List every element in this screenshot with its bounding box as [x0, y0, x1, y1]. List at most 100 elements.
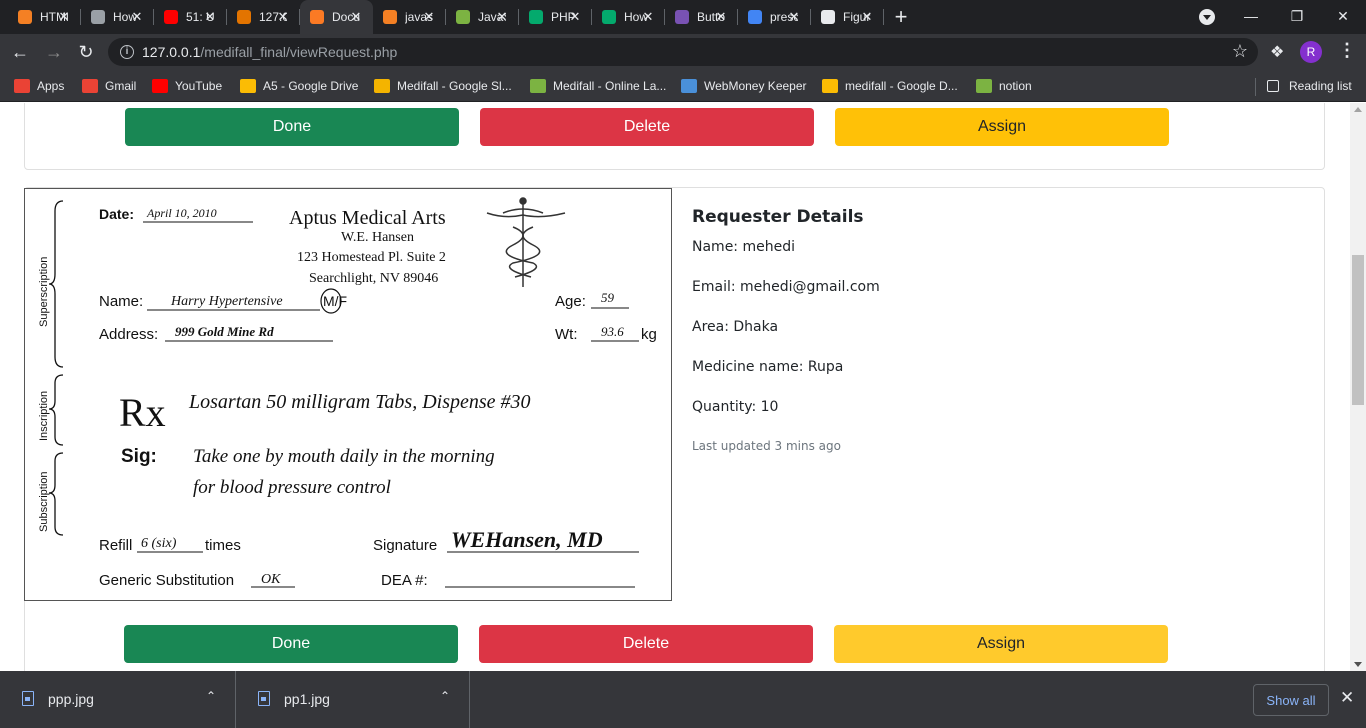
- browser-tab[interactable]: PHP ✕: [519, 0, 592, 34]
- minimize-button[interactable]: —: [1228, 0, 1274, 32]
- apps-grid-icon: [14, 79, 30, 93]
- window-close-button[interactable]: ✕: [1320, 0, 1366, 32]
- sig-label: Sig:: [121, 446, 157, 467]
- requester-medicine: Medicine name: Rupa: [692, 359, 844, 375]
- xampp-doc-icon: [310, 10, 324, 24]
- restore-button[interactable]: ❐: [1274, 0, 1320, 32]
- browser-tab[interactable]: JavaS✕: [446, 0, 519, 34]
- requester-name: Name: mehedi: [692, 239, 795, 255]
- subscription-label: Subscription: [38, 471, 50, 532]
- bookmark-label: YouTube: [175, 79, 223, 93]
- bookmark-item[interactable]: Medifall - Online La...: [530, 77, 666, 95]
- doctor-name: W.E. Hansen: [341, 230, 414, 245]
- address-bar[interactable]: i 127.0.0.1/medifall_final/viewRequest.p…: [108, 38, 1258, 66]
- reading-list[interactable]: Reading list: [1267, 77, 1352, 95]
- signature-label: Signature: [373, 537, 437, 554]
- refill-label: Refill: [99, 537, 132, 554]
- done-button[interactable]: Done: [125, 108, 459, 146]
- bookmark-item[interactable]: Gmail: [82, 77, 136, 95]
- weight-label: Wt:: [555, 326, 578, 343]
- browser-tab[interactable]: javas ✕: [373, 0, 446, 34]
- site-info-icon[interactable]: i: [120, 45, 134, 59]
- xampp-icon: [237, 10, 251, 24]
- assign-button[interactable]: Assign: [834, 625, 1168, 663]
- new-tab-button[interactable]: +: [884, 0, 918, 34]
- bookmark-item[interactable]: notion: [976, 77, 1032, 95]
- youtube-icon: [164, 10, 178, 24]
- bookmark-label: A5 - Google Drive: [263, 79, 359, 93]
- tab-close-icon[interactable]: ✕: [421, 9, 437, 25]
- tab-close-icon[interactable]: ✕: [56, 9, 72, 25]
- bookmark-label: Medifall - Google Sl...: [397, 79, 512, 93]
- forward-arrow-icon[interactable]: →: [42, 40, 66, 64]
- reload-icon[interactable]: ↻: [74, 40, 98, 64]
- browser-tab[interactable]: HTMl ✕: [8, 0, 81, 34]
- browser-toolbar: ← → ↻ i 127.0.0.1/medifall_final/viewReq…: [0, 34, 1366, 70]
- address-label: Address:: [99, 326, 158, 343]
- request-card-previous: Done Delete Assign: [24, 103, 1325, 170]
- close-downloads-icon[interactable]: ✕: [1340, 688, 1354, 708]
- browser-tab[interactable]: 127.0 ✕: [227, 0, 300, 34]
- bookmark-label: Gmail: [105, 79, 137, 93]
- download-filename: ppp.jpg: [48, 691, 94, 707]
- page-scrollbar[interactable]: [1350, 103, 1366, 671]
- bookmark-star-icon[interactable]: ☆: [1232, 41, 1248, 62]
- assign-button[interactable]: Assign: [835, 108, 1169, 146]
- chevron-up-icon[interactable]: ⌃: [440, 689, 450, 703]
- clinic-address-2: Searchlight, NV 89046: [309, 271, 438, 286]
- download-filename: pp1.jpg: [284, 691, 330, 707]
- tab-close-icon[interactable]: ✕: [202, 9, 218, 25]
- bookmark-item[interactable]: A5 - Google Drive: [240, 77, 358, 95]
- browser-tab[interactable]: presc ✕: [738, 0, 811, 34]
- delete-button[interactable]: Delete: [479, 625, 813, 663]
- profile-avatar[interactable]: R: [1300, 41, 1322, 63]
- bookmark-label: WebMoney Keeper: [704, 79, 807, 93]
- browser-tab[interactable]: How ✕: [81, 0, 154, 34]
- chevron-up-icon[interactable]: ⌃: [206, 689, 216, 703]
- tab-close-icon[interactable]: ✕: [129, 9, 145, 25]
- extensions-puzzle-icon[interactable]: ❖: [1270, 42, 1284, 62]
- tab-close-icon[interactable]: ✕: [713, 9, 729, 25]
- url-path: /medifall_final/viewRequest.php: [200, 44, 398, 60]
- bookmarks-bar: Apps Gmail YouTube A5 - Google Drive Medifal…: [0, 70, 1366, 102]
- tab-search-icon[interactable]: [1199, 9, 1215, 25]
- tab-close-icon[interactable]: ✕: [275, 9, 291, 25]
- caduceus-icon: [486, 197, 566, 287]
- tab-close-icon[interactable]: ✕: [859, 9, 875, 25]
- tab-close-icon[interactable]: ✕: [567, 9, 583, 25]
- download-item[interactable]: ppp.jpg ⌃: [0, 671, 236, 728]
- tab-close-icon[interactable]: ✕: [786, 9, 802, 25]
- browser-tab[interactable]: Docu ✕: [300, 0, 373, 34]
- done-button[interactable]: Done: [124, 625, 458, 663]
- tab-close-icon[interactable]: ✕: [494, 9, 510, 25]
- bookmark-item[interactable]: Apps: [14, 77, 64, 95]
- url-text[interactable]: 127.0.0.1/medifall_final/viewRequest.php: [142, 44, 397, 60]
- prescription-drawing: Superscription Inscription Subscription …: [38, 197, 657, 589]
- tab-close-icon[interactable]: ✕: [640, 9, 656, 25]
- scroll-thumb[interactable]: [1352, 255, 1364, 405]
- delete-button[interactable]: Delete: [480, 108, 814, 146]
- scroll-up-icon[interactable]: [1354, 107, 1362, 112]
- date-value: April 10, 2010: [146, 206, 217, 220]
- browser-tab[interactable]: Figur ✕: [811, 0, 884, 34]
- browser-tab[interactable]: How ✕: [592, 0, 665, 34]
- scroll-down-icon[interactable]: [1354, 662, 1362, 667]
- download-item[interactable]: pp1.jpg ⌃: [236, 671, 470, 728]
- downloads-bar: ppp.jpg ⌃ pp1.jpg ⌃ Show all ✕: [0, 671, 1366, 728]
- tab-close-icon[interactable]: ✕: [348, 9, 364, 25]
- generic-value: OK: [261, 572, 281, 587]
- back-arrow-icon[interactable]: ←: [8, 40, 32, 64]
- browser-tab[interactable]: 51: U ✕: [154, 0, 227, 34]
- patient-address: 999 Gold Mine Rd: [175, 324, 274, 339]
- bookmark-item[interactable]: YouTube: [152, 77, 222, 95]
- bookmark-item[interactable]: medifall - Google D...: [822, 77, 958, 95]
- url-host: 127.0.0.1: [142, 44, 201, 60]
- tab-list: HTMl✕How✕51: U✕127.0✕Docu✕javas✕JavaS✕PH…: [8, 0, 884, 34]
- bookmark-item[interactable]: WebMoney Keeper: [681, 77, 807, 95]
- show-all-button[interactable]: Show all: [1253, 684, 1329, 716]
- bookmark-item[interactable]: Medifall - Google Sl...: [374, 77, 512, 95]
- browser-menu-icon[interactable]: ⋮: [1338, 40, 1356, 61]
- browser-tab[interactable]: Butto ✕: [665, 0, 738, 34]
- name-label: Name:: [99, 293, 143, 310]
- image-file-icon: [22, 691, 34, 706]
